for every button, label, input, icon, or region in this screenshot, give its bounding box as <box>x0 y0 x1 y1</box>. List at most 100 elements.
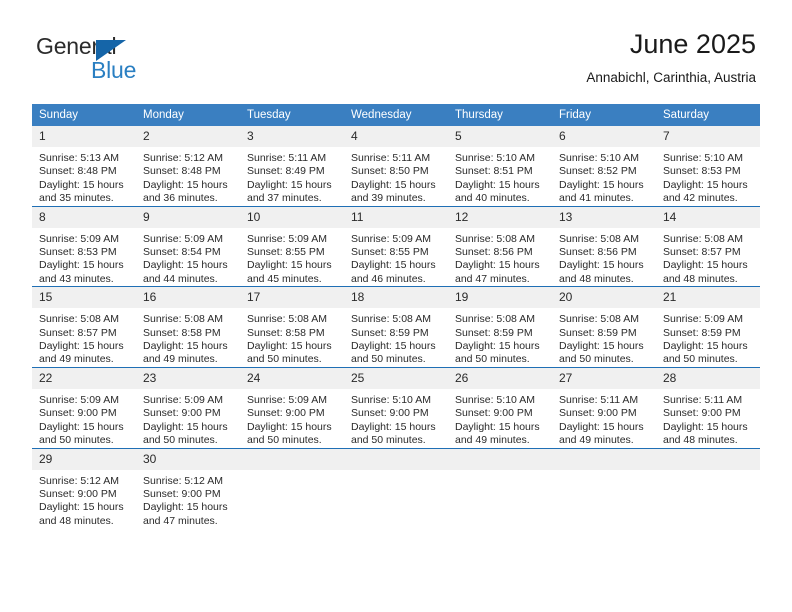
sunset-text: Sunset: 9:00 PM <box>663 407 741 420</box>
daylight-text-line1: Daylight: 15 hours <box>351 259 436 272</box>
sunset-text: Sunset: 9:00 PM <box>143 487 221 500</box>
sunrise-text: Sunrise: 5:08 AM <box>351 313 431 326</box>
calendar-day-cell[interactable]: 30 Sunrise: 5:12 AM Sunset: 9:00 PM Dayl… <box>136 447 240 529</box>
day-number: 20 <box>552 287 656 309</box>
daylight-text-line1: Daylight: 15 hours <box>39 259 124 272</box>
day-number: 24 <box>240 367 344 389</box>
day-number: 9 <box>136 206 240 228</box>
calendar-day-cell[interactable]: 4 Sunrise: 5:11 AM Sunset: 8:50 PM Dayli… <box>344 126 448 207</box>
calendar-day-cell[interactable]: 9 Sunrise: 5:09 AM Sunset: 8:54 PM Dayli… <box>136 205 240 287</box>
calendar-day-cell[interactable]: 27 Sunrise: 5:11 AM Sunset: 9:00 PM Dayl… <box>552 366 656 448</box>
day-number: 4 <box>344 126 448 147</box>
calendar-day-cell-empty <box>656 447 760 529</box>
calendar-day-cell[interactable]: 3 Sunrise: 5:11 AM Sunset: 8:49 PM Dayli… <box>240 126 344 207</box>
day-number: 19 <box>448 287 552 309</box>
calendar-day-cell[interactable]: 25 Sunrise: 5:10 AM Sunset: 9:00 PM Dayl… <box>344 366 448 448</box>
day-info: Sunrise: 5:09 AM Sunset: 8:59 PM Dayligh… <box>656 308 760 367</box>
day-number: 12 <box>448 206 552 228</box>
daylight-text-line1: Daylight: 15 hours <box>351 340 436 353</box>
daylight-text-line2: and 50 minutes. <box>143 434 218 447</box>
sunset-text: Sunset: 9:00 PM <box>455 407 533 420</box>
calendar-day-cell[interactable]: 23 Sunrise: 5:09 AM Sunset: 9:00 PM Dayl… <box>136 366 240 448</box>
page-title: June 2025 <box>629 29 756 59</box>
calendar-day-cell[interactable]: 2 Sunrise: 5:12 AM Sunset: 8:48 PM Dayli… <box>136 126 240 207</box>
calendar-day-cell[interactable]: 18 Sunrise: 5:08 AM Sunset: 8:59 PM Dayl… <box>344 286 448 368</box>
daylight-text-line2: and 36 minutes. <box>143 192 218 205</box>
sunrise-text: Sunrise: 5:10 AM <box>455 393 535 406</box>
daylight-text-line2: and 48 minutes. <box>39 514 114 527</box>
sunset-text: Sunset: 8:56 PM <box>455 246 533 259</box>
daylight-text-line2: and 49 minutes. <box>559 434 634 447</box>
day-number <box>344 448 448 470</box>
calendar-day-cell-empty <box>448 447 552 529</box>
sunset-text: Sunset: 8:59 PM <box>351 326 429 339</box>
daylight-text-line2: and 50 minutes. <box>39 434 114 447</box>
day-number: 2 <box>136 126 240 147</box>
daylight-text-line1: Daylight: 15 hours <box>143 259 228 272</box>
page-subtitle: Annabichl, Carinthia, Austria <box>586 70 756 85</box>
day-info: Sunrise: 5:08 AM Sunset: 8:56 PM Dayligh… <box>552 228 656 287</box>
day-info: Sunrise: 5:08 AM Sunset: 8:59 PM Dayligh… <box>552 308 656 367</box>
calendar-day-cell[interactable]: 1 Sunrise: 5:13 AM Sunset: 8:48 PM Dayli… <box>32 126 136 207</box>
day-number: 26 <box>448 367 552 389</box>
calendar-day-cell[interactable]: 8 Sunrise: 5:09 AM Sunset: 8:53 PM Dayli… <box>32 205 136 287</box>
sunset-text: Sunset: 9:00 PM <box>559 407 637 420</box>
calendar-day-cell[interactable]: 16 Sunrise: 5:08 AM Sunset: 8:58 PM Dayl… <box>136 286 240 368</box>
sunrise-text: Sunrise: 5:09 AM <box>351 232 431 245</box>
calendar-day-cell[interactable]: 21 Sunrise: 5:09 AM Sunset: 8:59 PM Dayl… <box>656 286 760 368</box>
daylight-text-line2: and 50 minutes. <box>247 434 322 447</box>
daylight-text-line1: Daylight: 15 hours <box>455 178 540 191</box>
calendar-day-cell[interactable]: 17 Sunrise: 5:08 AM Sunset: 8:58 PM Dayl… <box>240 286 344 368</box>
calendar-day-cell[interactable]: 11 Sunrise: 5:09 AM Sunset: 8:55 PM Dayl… <box>344 205 448 287</box>
day-number: 8 <box>32 206 136 228</box>
calendar-day-cell[interactable]: 28 Sunrise: 5:11 AM Sunset: 9:00 PM Dayl… <box>656 366 760 448</box>
calendar-day-cell[interactable]: 22 Sunrise: 5:09 AM Sunset: 9:00 PM Dayl… <box>32 366 136 448</box>
calendar-day-cell[interactable]: 29 Sunrise: 5:12 AM Sunset: 9:00 PM Dayl… <box>32 447 136 529</box>
daylight-text-line1: Daylight: 15 hours <box>143 501 228 514</box>
generalblue-logo[interactable]: General Blue <box>36 33 236 85</box>
daylight-text-line2: and 49 minutes. <box>143 353 218 366</box>
day-info: Sunrise: 5:12 AM Sunset: 9:00 PM Dayligh… <box>136 470 240 529</box>
day-number: 27 <box>552 367 656 389</box>
daylight-text-line1: Daylight: 15 hours <box>143 420 228 433</box>
sunrise-text: Sunrise: 5:11 AM <box>559 393 639 406</box>
calendar-day-cell[interactable]: 13 Sunrise: 5:08 AM Sunset: 8:56 PM Dayl… <box>552 205 656 287</box>
daylight-text-line1: Daylight: 15 hours <box>559 420 644 433</box>
daylight-text-line1: Daylight: 15 hours <box>455 420 540 433</box>
day-info: Sunrise: 5:08 AM Sunset: 8:58 PM Dayligh… <box>136 308 240 367</box>
sunrise-text: Sunrise: 5:08 AM <box>143 313 223 326</box>
calendar-page: General Blue June 2025 Annabichl, Carint… <box>0 0 792 612</box>
weekday-header-saturday: Saturday <box>656 104 760 126</box>
sunrise-text: Sunrise: 5:09 AM <box>247 232 327 245</box>
daylight-text-line1: Daylight: 15 hours <box>351 178 436 191</box>
calendar-day-cell[interactable]: 7 Sunrise: 5:10 AM Sunset: 8:53 PM Dayli… <box>656 126 760 207</box>
calendar-day-cell[interactable]: 26 Sunrise: 5:10 AM Sunset: 9:00 PM Dayl… <box>448 366 552 448</box>
calendar-day-cell[interactable]: 14 Sunrise: 5:08 AM Sunset: 8:57 PM Dayl… <box>656 205 760 287</box>
daylight-text-line1: Daylight: 15 hours <box>39 420 124 433</box>
calendar-day-cell[interactable]: 6 Sunrise: 5:10 AM Sunset: 8:52 PM Dayli… <box>552 126 656 207</box>
daylight-text-line1: Daylight: 15 hours <box>143 340 228 353</box>
calendar-day-cell[interactable]: 5 Sunrise: 5:10 AM Sunset: 8:51 PM Dayli… <box>448 126 552 207</box>
sunset-text: Sunset: 8:54 PM <box>143 246 221 259</box>
day-info: Sunrise: 5:10 AM Sunset: 9:00 PM Dayligh… <box>344 389 448 448</box>
daylight-text-line1: Daylight: 15 hours <box>39 340 124 353</box>
calendar-day-cell[interactable]: 20 Sunrise: 5:08 AM Sunset: 8:59 PM Dayl… <box>552 286 656 368</box>
calendar-grid: Sunday Monday Tuesday Wednesday Thursday… <box>32 104 760 529</box>
sunset-text: Sunset: 9:00 PM <box>247 407 325 420</box>
weekday-header-tuesday: Tuesday <box>240 104 344 126</box>
calendar-day-cell[interactable]: 12 Sunrise: 5:08 AM Sunset: 8:56 PM Dayl… <box>448 205 552 287</box>
daylight-text-line2: and 43 minutes. <box>39 272 114 285</box>
calendar-day-cell[interactable]: 19 Sunrise: 5:08 AM Sunset: 8:59 PM Dayl… <box>448 286 552 368</box>
daylight-text-line1: Daylight: 15 hours <box>247 340 332 353</box>
sunrise-text: Sunrise: 5:09 AM <box>143 393 223 406</box>
daylight-text-line2: and 47 minutes. <box>455 272 530 285</box>
sunrise-text: Sunrise: 5:09 AM <box>39 232 119 245</box>
calendar-day-cell[interactable]: 24 Sunrise: 5:09 AM Sunset: 9:00 PM Dayl… <box>240 366 344 448</box>
calendar-day-cell[interactable]: 10 Sunrise: 5:09 AM Sunset: 8:55 PM Dayl… <box>240 205 344 287</box>
day-number <box>552 448 656 470</box>
day-info: Sunrise: 5:08 AM Sunset: 8:57 PM Dayligh… <box>32 308 136 367</box>
calendar-day-cell[interactable]: 15 Sunrise: 5:08 AM Sunset: 8:57 PM Dayl… <box>32 286 136 368</box>
day-info: Sunrise: 5:11 AM Sunset: 8:50 PM Dayligh… <box>344 147 448 206</box>
day-info: Sunrise: 5:12 AM Sunset: 8:48 PM Dayligh… <box>136 147 240 206</box>
day-number: 6 <box>552 126 656 147</box>
